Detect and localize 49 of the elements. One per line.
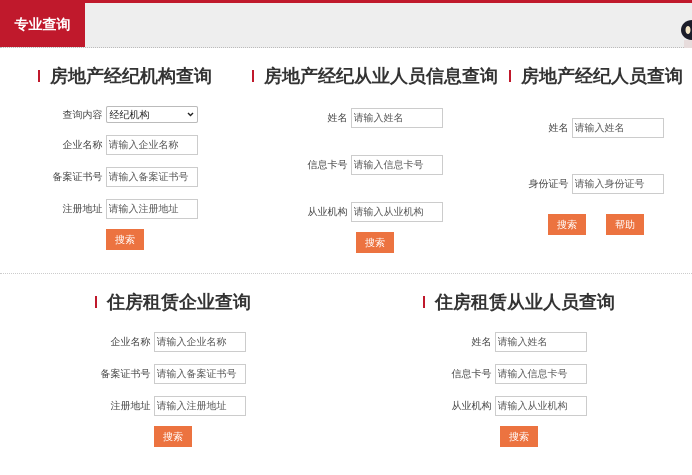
field-label: 姓名: [470, 336, 492, 349]
title-marker: [95, 296, 97, 308]
input-field[interactable]: 请输入姓名: [494, 332, 586, 352]
section-title: 房地产经纪从业人员信息查询: [264, 65, 498, 88]
field-label: 信息卡号: [308, 158, 348, 172]
field-label: 备案证书号: [52, 170, 102, 184]
section-title: 房地产经纪机构查询: [50, 65, 212, 88]
title-marker: [252, 70, 254, 82]
search-button[interactable]: 搜索: [356, 232, 394, 253]
field-label: 企业名称: [62, 138, 102, 152]
field-label: 备案证书号: [100, 368, 150, 381]
section-tab[interactable]: 专业查询: [0, 3, 85, 47]
input-field[interactable]: 请输入注册地址: [106, 199, 198, 219]
dropdown[interactable]: 经纪机构: [106, 106, 198, 123]
caret-icon: [186, 112, 194, 117]
search-button[interactable]: 搜索: [154, 426, 192, 447]
field-label: 身份证号: [528, 178, 568, 191]
search-button[interactable]: 搜索: [106, 229, 144, 250]
input-field[interactable]: 请输入姓名: [350, 108, 442, 128]
field-label: 姓名: [548, 122, 568, 135]
field-label: 注册地址: [62, 202, 102, 216]
input-field[interactable]: 请输入信息卡号: [350, 155, 442, 175]
field-label: 姓名: [326, 112, 348, 125]
input-field[interactable]: 请输入备案证书号: [106, 167, 198, 187]
field-label: 信息卡号: [452, 368, 492, 381]
field-label: 从业机构: [308, 206, 348, 219]
section-title: 住房租赁从业人员查询: [435, 291, 615, 314]
search-button[interactable]: 搜索: [548, 214, 586, 235]
field-label: 查询内容: [62, 108, 102, 122]
input-field[interactable]: 请输入从业机构: [350, 202, 442, 222]
search-button[interactable]: 搜索: [500, 426, 538, 447]
title-marker: [38, 70, 40, 82]
input-field[interactable]: 请输入企业名称: [106, 135, 198, 155]
field-label: 从业机构: [452, 400, 492, 413]
input-field[interactable]: 请输入信息卡号: [494, 364, 586, 384]
input-field[interactable]: 请输入备案证书号: [154, 364, 246, 384]
input-field[interactable]: 请输入身份证号: [572, 174, 664, 194]
input-field[interactable]: 请输入企业名称: [154, 332, 246, 352]
field-label: 企业名称: [110, 336, 150, 349]
field-label: 注册地址: [110, 400, 150, 413]
robot-icon[interactable]: [680, 20, 692, 48]
input-field[interactable]: 请输入姓名: [572, 118, 664, 138]
title-marker: [509, 70, 511, 82]
title-marker: [423, 296, 425, 308]
section-title: 房地产经纪人员查询: [521, 65, 683, 88]
input-field[interactable]: 请输入从业机构: [494, 396, 586, 416]
help-button[interactable]: 帮助: [606, 214, 644, 235]
section-title: 住房租赁企业查询: [107, 291, 251, 314]
input-field[interactable]: 请输入注册地址: [154, 396, 246, 416]
